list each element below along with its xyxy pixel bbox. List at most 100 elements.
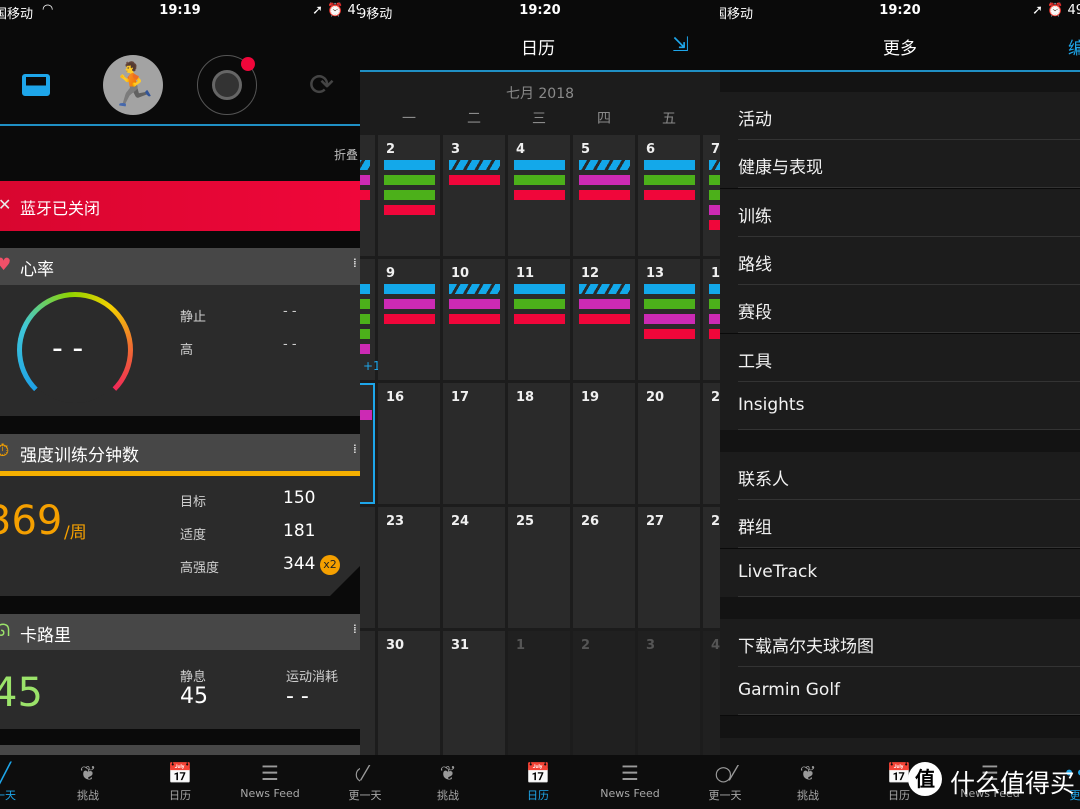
menu-item[interactable]: 联系人 (720, 452, 1080, 501)
share-icon[interactable]: ⇲ (672, 32, 689, 56)
goal-value: 150 (283, 488, 316, 508)
status-bar: 国移动 ◠ 19:19 ➚ ⏰ 49 (0, 0, 360, 22)
menu-item[interactable]: 工具 (720, 333, 1080, 382)
calendar-day-cell[interactable] (360, 383, 375, 504)
corner-triangle (330, 566, 360, 596)
intensity-card[interactable]: 369 /周 目标 150 适度 181 高强度 344 x2 (0, 476, 360, 596)
calendar-day-cell[interactable]: +1 (360, 259, 381, 380)
calendar-day-cell[interactable]: 14 (703, 259, 720, 380)
tab-calendar[interactable]: 📅 日历 (140, 759, 220, 803)
high-value: - - (283, 337, 297, 352)
calendar-day-cell[interactable]: 17 (443, 383, 505, 504)
calendar-day-cell[interactable]: 5 (573, 135, 635, 256)
inbox-icon[interactable] (22, 74, 50, 96)
activity-bar (644, 190, 695, 200)
menu-item[interactable]: Insights (720, 381, 1080, 430)
calendar-day-cell[interactable] (360, 507, 375, 628)
calendar-day-cell[interactable]: 7 (703, 135, 720, 256)
battery-level: 49 (1067, 3, 1080, 18)
calendar-day-cell[interactable]: 3 (638, 631, 700, 755)
menu-item[interactable]: 赛段 (720, 285, 1080, 334)
bluetooth-off-banner[interactable]: ✕ 蓝牙已关闭 (0, 181, 360, 231)
calendar-day-cell[interactable]: 18 (508, 383, 570, 504)
tab-news-feed[interactable]: ☰ News Feed (590, 759, 670, 800)
activity-bar (449, 299, 500, 309)
menu-item[interactable]: 活动 (720, 92, 1080, 140)
tab-news-feed[interactable]: ☰ News Feed (230, 759, 310, 800)
day-number: 6 (646, 142, 656, 157)
day-number: 30 (386, 638, 405, 653)
moderate-label: 适度 (180, 528, 207, 543)
edit-button[interactable]: 编 (1068, 34, 1080, 59)
clock: 19:20 (879, 3, 921, 18)
calendar-day-cell[interactable]: 19 (573, 383, 635, 504)
calendar-day-cell[interactable]: 6 (638, 135, 700, 256)
menu-item[interactable]: Garmin Golf (720, 667, 1080, 716)
calendar-day-cell[interactable]: 28 (703, 507, 720, 628)
runner-avatar-icon[interactable]: 🏃 (103, 55, 163, 115)
menu-icon[interactable]: ⁞ (353, 442, 357, 456)
heart-rate-card-header[interactable]: ♥ 心率 ⁞ (0, 248, 360, 285)
calendar-day-cell[interactable]: 13 (638, 259, 700, 380)
planned-workout-bar (360, 160, 370, 170)
calendar-day-cell[interactable]: 30 (378, 631, 440, 755)
calendar-day-cell[interactable]: 16 (378, 383, 440, 504)
watch-device-icon[interactable] (197, 55, 257, 115)
tab-more[interactable]: ○⁄更一天 (325, 759, 361, 803)
active-label: 运动消耗 (286, 670, 339, 685)
tab-my-day[interactable]: ╱一天 (0, 759, 45, 803)
calendar-day-cell[interactable]: 27 (638, 507, 700, 628)
menu-item[interactable]: 训练 (720, 188, 1080, 237)
tab-challenges[interactable]: ❦ 挑战 (768, 759, 848, 803)
menu-icon[interactable]: ⁞ (353, 256, 357, 270)
calendar-day-cell[interactable]: 2 (378, 135, 440, 256)
calendar-day-cell[interactable]: 12 (573, 259, 635, 380)
calendar-day-cell[interactable]: 2 (573, 631, 635, 755)
calendar-day-cell[interactable]: 20 (638, 383, 700, 504)
sync-icon[interactable]: ⟳ (309, 68, 334, 103)
activity-bar (360, 175, 370, 185)
tab-more[interactable]: ○⁄更一天 (685, 759, 721, 803)
menu-item[interactable]: 健康与表现 (720, 140, 1080, 189)
calendar-day-cell[interactable] (360, 631, 375, 755)
calendar-day-cell[interactable]: 23 (378, 507, 440, 628)
calories-card[interactable]: 45 静息 45 运动消耗 - - (0, 650, 360, 729)
weekday-label: 二 (467, 111, 481, 127)
collapse-button[interactable]: 折叠 (334, 146, 358, 163)
activity-bar (709, 190, 720, 200)
planned-workout-bar (449, 160, 500, 170)
activity-bar (384, 205, 435, 215)
calendar-day-cell[interactable]: 21 (703, 383, 720, 504)
activity-bar (384, 314, 435, 324)
calendar-day-cell[interactable]: 4 (703, 631, 720, 755)
weekday-label: 四 (597, 111, 611, 127)
calendar-day-cell[interactable]: 3 (443, 135, 505, 256)
menu-item[interactable]: LiveTrack (720, 548, 1080, 597)
day-number: 13 (646, 266, 665, 281)
tab-calendar[interactable]: 📅 日历 (498, 759, 578, 803)
tab-my-day[interactable]: ○⁄更一天 (720, 759, 765, 803)
calendar-day-cell[interactable]: 24 (443, 507, 505, 628)
tab-challenges[interactable]: ❦ 挑战 (48, 759, 128, 803)
calendar-day-cell[interactable]: 31 (443, 631, 505, 755)
calendar-day-cell[interactable]: 25 (508, 507, 570, 628)
menu-item[interactable]: 路线 (720, 236, 1080, 285)
tab-challenges[interactable]: ❦ 挑战 (408, 759, 488, 803)
heart-rate-card[interactable]: - - 静止 - - 高 - - (0, 285, 360, 416)
menu-icon[interactable]: ⁞ (353, 622, 357, 636)
calendar-day-cell[interactable]: 4 (508, 135, 570, 256)
calendar-day-cell[interactable]: 11 (508, 259, 570, 380)
calendar-day-cell[interactable]: 9 (378, 259, 440, 380)
menu-item[interactable]: 群组 (720, 500, 1080, 549)
activity-bar (709, 175, 720, 185)
activity-bar (709, 299, 720, 309)
calendar-day-cell[interactable]: 26 (573, 507, 635, 628)
heart-rate-value: - - (52, 331, 84, 366)
calendar-day-cell[interactable]: 1 (508, 631, 570, 755)
calendar-day-cell[interactable] (360, 135, 375, 256)
calories-card-header[interactable]: ᘏ 卡路里 ⁞ (0, 614, 360, 650)
tab-my-day[interactable]: ⁄更一天 (360, 759, 405, 803)
menu-item[interactable]: 下载高尔夫球场图 (720, 619, 1080, 667)
intensity-card-header[interactable]: ⏱ 强度训练分钟数 ⁞ (0, 434, 360, 471)
calendar-day-cell[interactable]: 10 (443, 259, 505, 380)
